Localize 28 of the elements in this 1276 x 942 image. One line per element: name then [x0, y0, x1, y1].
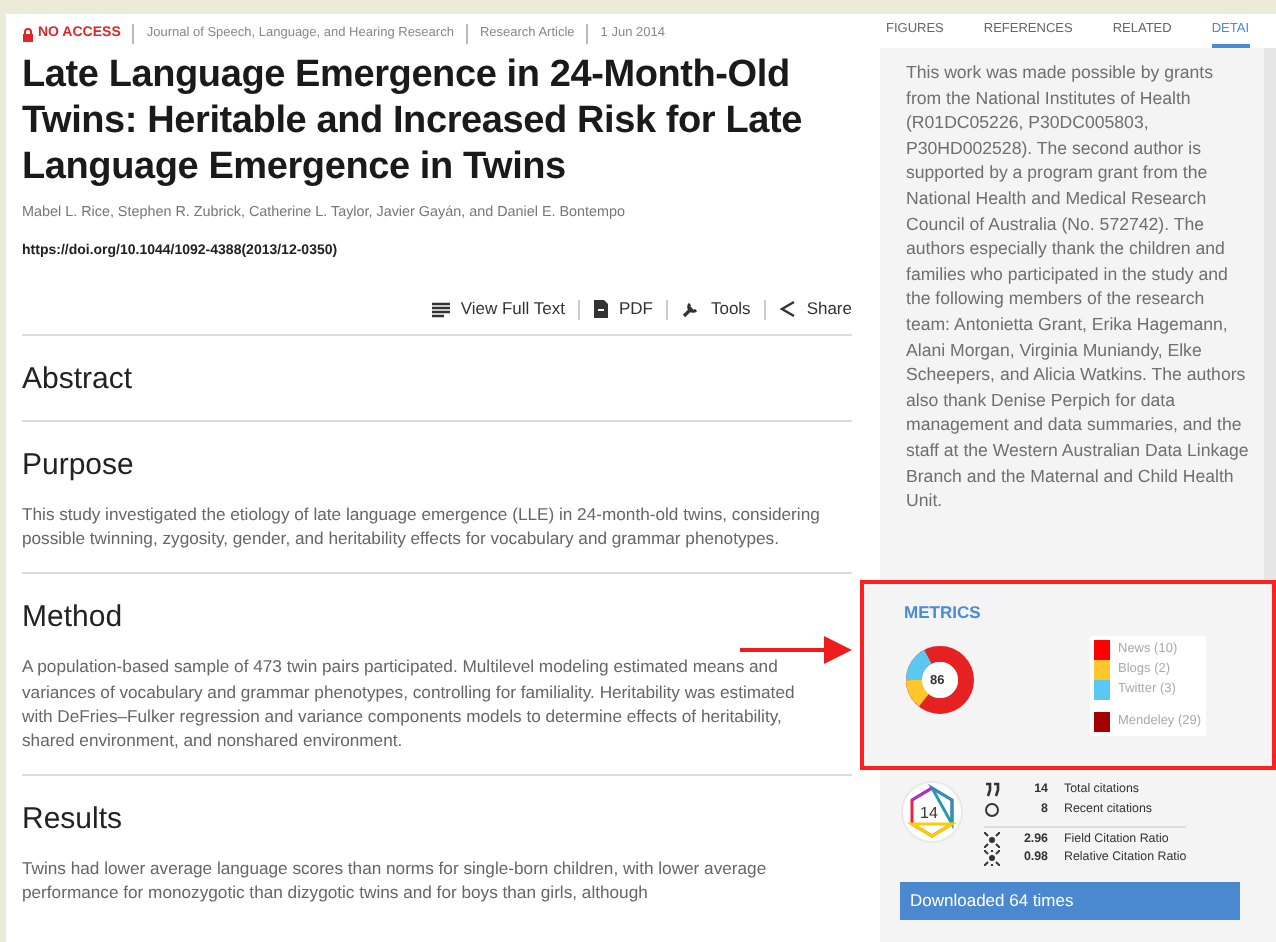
scrollbar[interactable] [1264, 48, 1276, 580]
action-link[interactable]: PDF [594, 296, 653, 323]
network-icon [984, 831, 1000, 847]
quote-icon [984, 782, 1000, 798]
action-link[interactable]: View Full Text [432, 296, 565, 323]
share-icon [780, 300, 797, 319]
lines-icon [432, 301, 451, 318]
article-title: Late Language Emergence in 24-Month-Old Twins: Heritable and Increased Risk for Late Language Emergence in Twins [22, 52, 804, 190]
section-text: A population-based sample of 473 twin pairs participated. Multilevel modeling estimated means and variances of vocabulary and grammar phenotypes, controlling for familiality. Heritability was estimated with DeFries–Fulker regression and variance components models to determine effects of heritability, shared environment, and nonshared environment. [22, 654, 797, 753]
attention-score-donut[interactable] [904, 643, 976, 716]
network-icon [984, 850, 1000, 866]
metrics-heading: METRICS [904, 600, 983, 626]
section-text: Twins had lower average language scores than norms for single-born children, with lower average performance for monozygotic than dizygotic twins and for boys than girls, although [22, 856, 769, 906]
citation-badge[interactable] [900, 780, 964, 844]
history-icon [984, 802, 1000, 818]
section-heading: Results [22, 802, 123, 839]
document-icon [594, 300, 609, 319]
wrench-icon [682, 300, 701, 319]
acknowledgment-text: This work was made possible by grants from the National Institutes of Health (R01DC05226, P30DC005803, P30HD002528). The second author is supported by a program grant from the National Health and Medical Research Council of Australia (No. 572742). The authors especially thank the children and families who participated in the study and the following members of the research team: Antonietta Grant, Erika Hagemann, Alani Morgan, Virginia Muniandy, Elke Scheepers, and Alicia Watkins. The authors also thank Denise Perpich for data management and data summaries, and the staff at the Western Australian Data Linkage Branch and the Maternal and Child Health Unit. [904, 60, 1251, 515]
section-heading: Method [22, 600, 123, 637]
download-count-button[interactable]: Downloaded 64 times [900, 882, 1240, 920]
section-text: This study investigated the etiology of late language emergence (LLE) in 24-month-old twins, considering possible twinning, zygosity, gender, and heritability effects for vocabulary and grammar phenotypes. [22, 502, 822, 551]
action-link[interactable]: Share [780, 296, 852, 323]
citation-count: 14 [920, 802, 940, 826]
action-link[interactable]: Tools [682, 296, 751, 323]
section-heading: Purpose [22, 448, 134, 485]
section-heading: Abstract [22, 362, 133, 399]
lock-icon [22, 27, 34, 41]
